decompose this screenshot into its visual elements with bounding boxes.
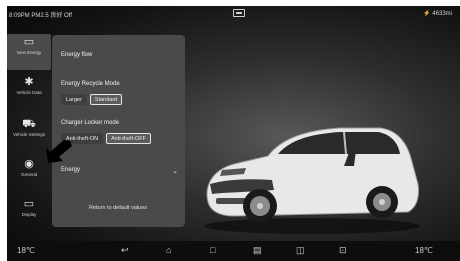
battery-icon: ▭ [23, 36, 35, 48]
energy-row[interactable]: Energy [61, 167, 80, 173]
rail-item-label: General [20, 172, 37, 177]
rail-item-new-energy[interactable]: ▭ New Energy [7, 34, 51, 70]
charger-option-off[interactable]: Anti-theft-OFF [106, 133, 151, 144]
car-infotainment-screen: 8:09PM PM2.5 良好 Off ⚡ 4633mi ▭ New Energ… [0, 0, 460, 261]
recycle-mode-title: Energy Recycle Mode [61, 81, 120, 87]
status-bar: 8:09PM PM2.5 良好 Off ⚡ 4633mi [7, 6, 460, 22]
charger-lock-title: Charger Locker mode [61, 120, 120, 126]
window-icon[interactable] [233, 9, 245, 17]
recycle-option-larger[interactable]: Larger [61, 94, 87, 105]
charger-lock-segmented-control: Anti-theft-ON Anti-theft-OFF [61, 133, 151, 144]
book-icon[interactable]: ◫ [296, 244, 305, 256]
rail-item-label: Vehicle Data [16, 90, 42, 95]
rail-item-display[interactable]: ▭ Display [7, 196, 51, 232]
recycle-option-standard[interactable]: Standard [89, 94, 123, 105]
return-to-default-button[interactable]: Return to default values [72, 205, 164, 211]
home-icon[interactable]: ⌂ [166, 244, 171, 256]
bottom-dock: 18℃ ↩ ⌂ □ ▤ ◫ ⊡ 18℃ [7, 241, 460, 261]
energy-flow-row[interactable]: Energy flow [61, 52, 92, 58]
status-right-text: ⚡ 4633mi [423, 11, 452, 17]
screen-icon: ▭ [23, 198, 35, 210]
settings-side-rail: ▭ New Energy ✱ Vehicle Data ⛟ Vehicle Se… [7, 34, 51, 234]
left-temperature[interactable]: 18℃ [17, 245, 35, 257]
status-left-text: 8:09PM PM2.5 良好 Off [9, 13, 72, 19]
recycle-mode-segmented-control: Larger Standard [61, 94, 123, 105]
back-icon[interactable]: ↩ [121, 244, 129, 256]
square-icon[interactable]: □ [210, 244, 215, 256]
right-temperature[interactable]: 18℃ [415, 245, 433, 257]
fan-icon: ✱ [24, 76, 34, 88]
photo-border-left [0, 0, 7, 261]
radio-icon[interactable]: ⊡ [339, 244, 347, 256]
rail-item-vehicle-data[interactable]: ✱ Vehicle Data [7, 74, 51, 110]
rail-item-label: New Energy [16, 50, 42, 55]
new-energy-settings-panel: Energy flow Energy Recycle Mode Larger S… [52, 35, 185, 227]
bag-icon[interactable]: ▤ [253, 244, 262, 256]
chevron-down-icon[interactable]: ⌄ [172, 167, 178, 175]
car-icon: ⛟ [22, 118, 36, 130]
vehicle-model-image [204, 127, 420, 234]
rail-item-label: Vehicle Settings [12, 132, 46, 137]
rail-item-label: Display [21, 212, 37, 217]
annotation-arrow-icon [46, 140, 72, 163]
